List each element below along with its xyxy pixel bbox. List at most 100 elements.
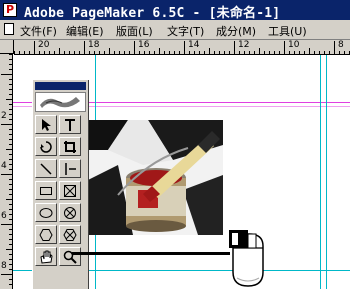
ruler-tick [329, 51, 330, 54]
ruler-tick [284, 41, 285, 54]
ruler-tick [94, 51, 95, 54]
ruler-tick [9, 54, 12, 55]
menu-bar: 文件(F) 编辑(E) 版面(L) 文字(T) 成分(M) 工具(U) [0, 20, 350, 40]
ruler-tick [9, 264, 12, 265]
toolbox-title-bar[interactable] [35, 82, 86, 90]
placed-image-paint-can[interactable] [88, 120, 223, 235]
ruler-tick [9, 189, 12, 190]
ruler-tick [14, 51, 15, 54]
ruler-tick [309, 48, 310, 54]
ruler-tick [259, 48, 260, 54]
ruler-tick [9, 59, 12, 60]
menu-type[interactable]: 文字(T) [167, 23, 204, 39]
ruler-tick [9, 109, 12, 110]
ruler-tick [254, 51, 255, 54]
pagemaker-logo [35, 92, 86, 112]
ruler-tick [294, 51, 295, 54]
ruler-tick [9, 204, 12, 205]
ruler-tick [6, 99, 12, 100]
ruler-tick [54, 51, 55, 54]
ruler-tick [344, 51, 345, 54]
line-tool[interactable] [35, 159, 57, 178]
ruler-tick [9, 269, 12, 270]
polygon-frame-tool[interactable] [59, 225, 81, 244]
ruler-tick [9, 229, 12, 230]
ruler-tick [39, 51, 40, 54]
ruler-tick [174, 51, 175, 54]
ruler-tick [99, 51, 100, 54]
ruler-tick [289, 51, 290, 54]
rectangle-frame-tool[interactable] [59, 181, 81, 200]
diagonal-line-icon [40, 162, 52, 175]
ruler-tick [9, 259, 12, 260]
vertical-ruler[interactable]: 2 4 6 8 [0, 54, 13, 289]
crop-tool[interactable] [59, 137, 81, 156]
ruler-tick [24, 51, 25, 54]
ruler-label: 2 [1, 111, 7, 121]
ruler-tick [339, 51, 340, 54]
ellipse-frame-tool[interactable] [59, 203, 81, 222]
ruler-tick [274, 51, 275, 54]
horizontal-ruler[interactable]: 20 18 16 14 12 10 8 [14, 40, 350, 55]
menu-element[interactable]: 成分(M) [216, 23, 256, 39]
menu-layout[interactable]: 版面(L) [116, 23, 153, 39]
ruler-tick [9, 284, 12, 285]
ruler-tick [9, 209, 12, 210]
ruler-tick [194, 51, 195, 54]
ruler-tick [139, 51, 140, 54]
text-tool[interactable] [59, 115, 81, 134]
ruler-tick [189, 51, 190, 54]
menu-file[interactable]: 文件(F) [20, 23, 57, 39]
ruler-tick [44, 51, 45, 54]
rotate-tool[interactable] [35, 137, 57, 156]
hexagon-frame-icon [63, 228, 77, 241]
ruler-tick [6, 249, 12, 250]
ellipse-icon [39, 207, 53, 218]
menu-utilities[interactable]: 工具(U) [268, 23, 307, 39]
column-guide[interactable] [320, 55, 321, 289]
ruler-tick [6, 199, 12, 200]
ruler-label: 16 [138, 40, 150, 50]
ruler-tick [9, 94, 12, 95]
ruler-label: 6 [1, 211, 7, 221]
ruler-tick [149, 51, 150, 54]
constrained-line-tool[interactable] [59, 159, 81, 178]
ruler-tick [219, 51, 220, 54]
polygon-tool[interactable] [35, 225, 57, 244]
ruler-tick [9, 239, 12, 240]
ruler-origin[interactable] [0, 40, 14, 54]
ruler-tick [9, 164, 12, 165]
rectangle-frame-icon [64, 184, 76, 197]
ruler-tick [79, 51, 80, 54]
hand-icon [40, 250, 53, 264]
ruler-tick [224, 51, 225, 54]
document-icon[interactable] [4, 23, 14, 35]
mouse-left-click-icon [227, 226, 269, 292]
ruler-tick [229, 51, 230, 54]
pagemaker-app-icon[interactable] [3, 3, 17, 17]
ruler-tick [9, 144, 12, 145]
rectangle-tool[interactable] [35, 181, 57, 200]
ruler-tick [9, 214, 12, 215]
ruler-tick [204, 51, 205, 54]
ruler-tick [319, 51, 320, 54]
column-guide[interactable] [326, 55, 327, 289]
ruler-tick [34, 41, 35, 54]
ruler-tick [9, 194, 12, 195]
pointer-tool[interactable] [35, 115, 57, 134]
ruler-label: 10 [288, 40, 300, 50]
ruler-tick [1, 74, 12, 75]
hand-tool[interactable] [35, 247, 57, 266]
ruler-tick [334, 41, 335, 54]
ellipse-tool[interactable] [35, 203, 57, 222]
zoom-tool[interactable] [59, 247, 81, 266]
title-bar: Adobe PageMaker 6.5C - [未命名-1] [0, 0, 350, 21]
ruler-tick [249, 51, 250, 54]
crop-icon [64, 140, 76, 153]
ruler-tick [9, 129, 12, 130]
menu-edit[interactable]: 编辑(E) [66, 23, 104, 39]
ruler-tick [9, 279, 12, 280]
ruler-tick [69, 51, 70, 54]
ruler-tick [264, 51, 265, 54]
ruler-tick [9, 64, 12, 65]
